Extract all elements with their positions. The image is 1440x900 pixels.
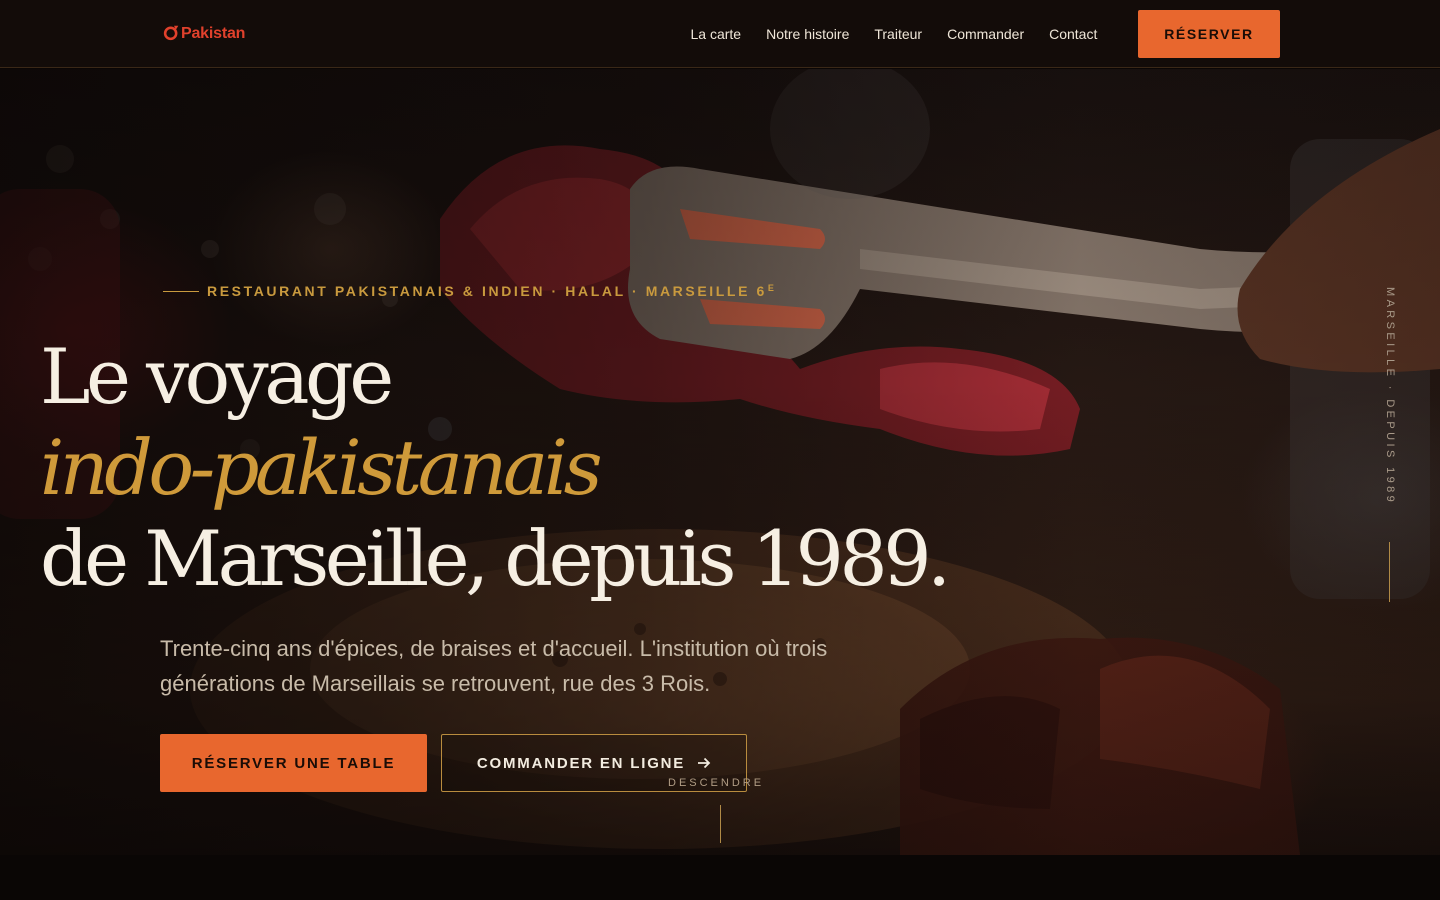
brand-name: Pakistan [181,25,246,42]
scroll-down-label[interactable]: DESCENDRE [668,777,764,789]
eyebrow-superscript: E [767,283,777,293]
nav-link-la-carte[interactable]: La carte [691,26,742,42]
reserve-button[interactable]: RÉSERVER [1138,10,1280,58]
arrow-right-icon [698,757,711,769]
brand-logo[interactable]: Pakistan [163,22,245,46]
hero-eyebrow: RESTAURANT PAKISTANAIS & INDIEN · HALAL … [163,283,777,299]
nav-link-traiteur[interactable]: Traiteur [874,26,922,42]
main-nav: La carte Notre histoire Traiteur Command… [678,0,1110,68]
nav-link-contact[interactable]: Contact [1049,26,1097,42]
side-vertical-tag: MARSEILLE · DEPUIS 1989 [1384,287,1396,506]
next-section-edge [0,855,1440,900]
hero-headline: Le voyage indo-pakistanais de Marseille,… [40,331,1020,604]
hero-lede: Trente-cinq ans d'épices, de braises et … [160,636,828,696]
nav-link-notre-histoire[interactable]: Notre histoire [766,26,849,42]
headline-line-2-accent: indo-pakistanais [40,423,603,512]
o-ring-logo-icon [163,25,179,41]
nav-link-commander[interactable]: Commander [947,26,1024,42]
site-header: Pakistan La carte Notre histoire Traiteu… [0,0,1440,68]
side-vertical-rule [1389,542,1390,602]
eyebrow-text: RESTAURANT PAKISTANAIS & INDIEN · HALAL … [207,283,767,299]
reserve-table-button[interactable]: RÉSERVER UNE TABLE [160,734,427,792]
hero-section: RESTAURANT PAKISTANAIS & INDIEN · HALAL … [0,69,1440,855]
headline-line-3: de Marseille, depuis 1989. [40,514,951,603]
scroll-indicator-line [720,805,721,843]
order-online-label: COMMANDER EN LIGNE [476,754,686,772]
eyebrow-rule [163,290,199,292]
headline-line-1: Le voyage [40,332,394,421]
